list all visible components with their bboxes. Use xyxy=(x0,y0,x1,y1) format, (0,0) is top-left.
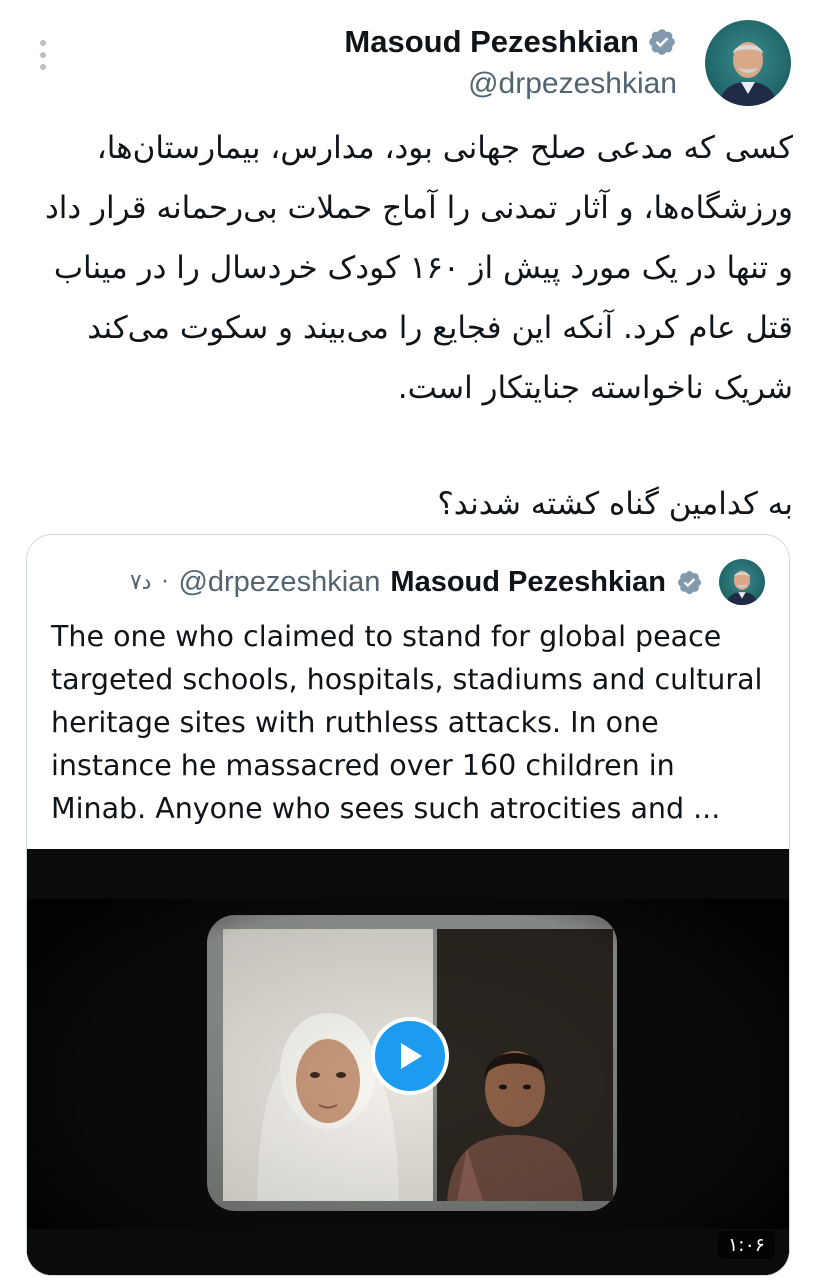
quoted-author-avatar[interactable] xyxy=(719,559,765,605)
verified-badge-icon xyxy=(677,570,702,594)
author-handle[interactable]: @drpezeshkian xyxy=(344,64,677,104)
quoted-author-handle[interactable]: @drpezeshkian xyxy=(178,566,380,599)
avatar-portrait xyxy=(726,570,758,605)
play-button[interactable] xyxy=(371,1017,449,1095)
verified-badge-icon xyxy=(649,29,675,55)
more-options-button[interactable] xyxy=(30,38,56,72)
more-dot xyxy=(40,40,46,46)
video-player[interactable]: ۱:۰۶ xyxy=(27,849,789,1275)
quoted-author-name[interactable]: Masoud Pezeshkian xyxy=(390,566,666,599)
play-icon xyxy=(401,1043,422,1069)
author-name[interactable]: Masoud Pezeshkian xyxy=(344,22,639,62)
quoted-tweet-text: The one who claimed to stand for global … xyxy=(51,620,763,825)
more-dot xyxy=(40,64,46,70)
quoted-tweet-header: ۷د · @drpezeshkian Masoud Pezeshkian xyxy=(130,557,765,607)
author-block[interactable]: Masoud Pezeshkian @drpezeshkian xyxy=(344,22,677,104)
quoted-tweet-time[interactable]: ۷د xyxy=(130,570,152,595)
tweet-body: کسی که مدعی صلح جهانی بود، مدارس، بیمارس… xyxy=(32,118,793,534)
more-dot xyxy=(40,52,46,58)
tweet-paragraph: کسی که مدعی صلح جهانی بود، مدارس، بیمارس… xyxy=(44,130,793,406)
tweet-question: به کدامین گناه کشته شدند؟ xyxy=(437,486,793,522)
avatar-portrait xyxy=(719,42,777,106)
video-duration-badge: ۱:۰۶ xyxy=(717,1231,775,1259)
quoted-tweet-card[interactable]: ۷د · @drpezeshkian Masoud Pezeshkian The… xyxy=(26,534,790,1276)
author-avatar[interactable] xyxy=(705,20,791,106)
separator-dot: · xyxy=(161,569,169,595)
